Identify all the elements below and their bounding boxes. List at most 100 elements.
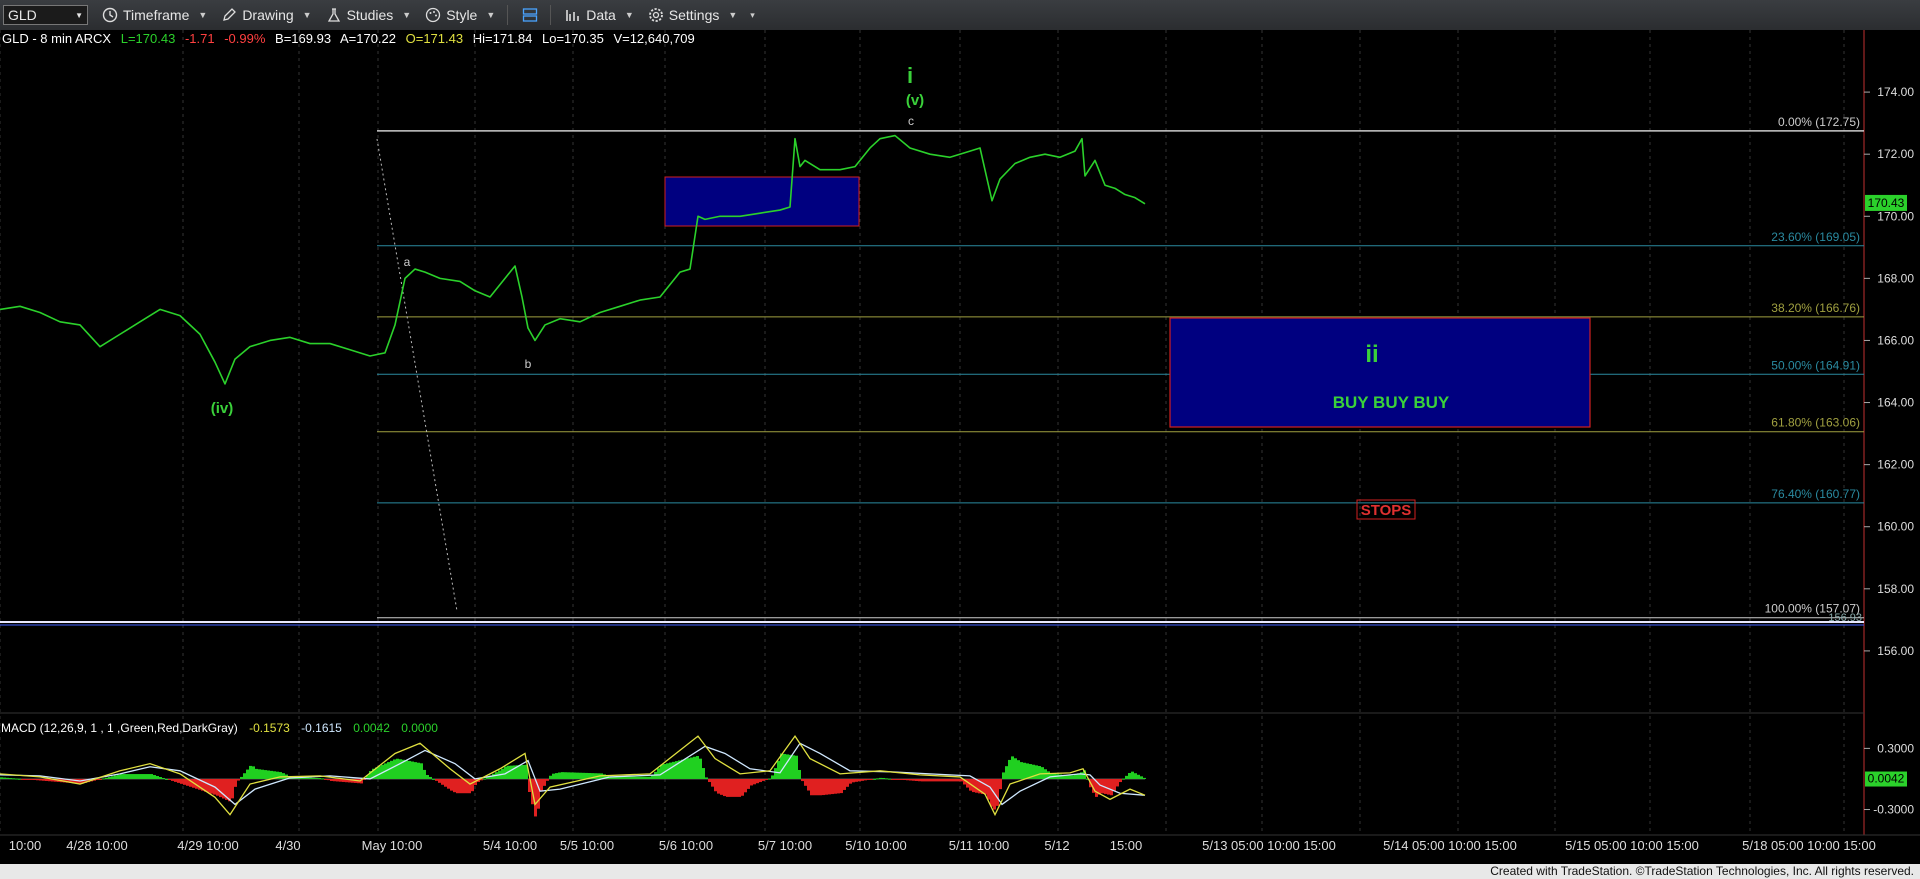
macd-hist-bar [414,762,417,779]
macd-hist-bar [582,772,585,779]
macd-hist-bar [1119,778,1122,783]
macd-hist-bar [162,777,165,779]
timeframe-menu[interactable]: Timeframe ▼ [102,7,207,23]
macd-hist-bar [750,778,753,786]
macd-hist-bar [153,775,156,779]
y-tick-label: 158.00 [1877,582,1914,596]
macd-hist-bar [669,762,672,779]
settings-menu[interactable]: Settings ▼ ▾ [648,7,755,23]
macd-hist-bar [330,778,333,781]
macd-hist-bar [252,766,255,779]
macd-hist-bar [462,778,465,794]
macd-hist-bar [324,778,327,780]
symbol-selector[interactable]: GLD ▼ [3,5,88,25]
macd-hist-bar [741,778,744,796]
macd-hist-bar [804,778,807,786]
macd-hist-bar [801,778,804,782]
macd-hist-bar [786,754,789,779]
x-tick-label: 5/12 [1044,838,1069,853]
macd-hist-bar [237,778,240,781]
macd-hist-bar [912,778,915,781]
overflow-caret-icon[interactable]: ▾ [750,10,755,21]
target-box-small[interactable] [664,176,860,227]
macd-hist-bar [336,778,339,782]
macd-hist-bar [849,778,852,784]
macd-hist-bar [576,772,579,779]
gear-icon [648,8,663,22]
caret-down-icon: ▼ [402,10,412,20]
studies-menu[interactable]: Studies ▼ [326,7,412,23]
macd-hist-bar [546,778,549,781]
macd-hist-bar [573,772,576,779]
macd-hist-bar [771,775,774,779]
macd-hist-bar [123,774,126,779]
footer: Created with TradeStation. ©TradeStation… [0,864,1920,879]
macd-hist-bar [306,777,309,779]
macd-hist-bar [234,778,237,787]
macd-hist-bar [519,765,522,779]
high-value: Hi=171.84 [473,31,533,46]
macd-hist-bar [696,756,699,779]
macd-hist-bar [897,778,900,780]
macd-hist-bar [948,778,951,782]
macd-hist-bar [396,758,399,779]
y-tick-label: 166.00 [1877,333,1914,347]
macd-hist-bar [1113,778,1116,791]
macd-hist-bar [390,760,393,779]
macd-hist-bar [258,769,261,779]
macd-hist-bar [9,778,12,780]
x-tick-label: 10:00 [9,838,42,853]
macd-hist-bar [438,778,441,783]
macd-hist-bar [102,778,105,780]
x-tick-label: 5/4 10:00 [483,838,537,853]
macd-hist-bar [1134,773,1137,779]
macd-y-tick-label: -0.3000 [1873,803,1914,817]
macd-hist-bar [984,778,987,795]
macd-hist-bar [648,776,651,779]
wave-b-label: b [525,357,532,371]
price-chart[interactable]: GLD - 8 min ARCX L=170.43 -1.71 -0.99% B… [0,30,1920,864]
macd-hist-bar [1014,758,1017,779]
macd-y-tick-label: 0.3000 [1877,741,1914,755]
macd-hist-bar [819,778,822,796]
macd-hist-bar [1107,778,1110,795]
macd-hist-bar [711,778,714,787]
macd-hist-bar [987,778,990,800]
x-tick-label: 4/30 [275,838,300,853]
layout-button[interactable] [522,7,538,23]
macd-hist-bar [270,770,273,779]
macd-hist-bar [444,778,447,787]
macd-hist-bar [735,778,738,797]
macd-hist-bar [636,776,639,779]
macd-hist-bar [1140,776,1143,779]
ask-value: A=170.22 [340,31,396,46]
macd-hist-bar [450,778,453,791]
chart-area[interactable]: GLD - 8 min ARCX L=170.43 -1.71 -0.99% B… [0,30,1920,864]
wave-v-label: (v) [906,92,924,109]
layout-icon [523,8,538,22]
macd-hist-bar [657,768,660,779]
macd-hist-bar [633,776,636,779]
macd-hist-bar [6,777,9,779]
macd-hist-bar [894,778,897,780]
macd-hist-bar [432,778,435,780]
macd-hist-bar [909,778,912,781]
macd-hist-bar [759,778,762,783]
macd-hist-bar [1035,765,1038,779]
macd-hist-bar [423,769,426,779]
drawing-menu[interactable]: Drawing ▼ [221,7,312,23]
macd-hist-bar [792,755,795,779]
macd-hist-bar [1005,766,1008,779]
x-tick-label: 4/28 10:00 [66,838,127,853]
macd-hist-bar [900,778,903,780]
macd-hist-bar [687,758,690,779]
macd-hist-bar [1023,762,1026,779]
chart-header-info: GLD - 8 min ARCX L=170.43 -1.71 -0.99% B… [2,31,695,46]
macd-hist-bar [441,778,444,785]
data-menu[interactable]: Data ▼ [565,7,634,23]
style-menu[interactable]: Style ▼ [425,7,495,23]
macd-hist-bar [831,778,834,795]
macd-hist-bar [702,768,705,779]
fib-level-label: 0.00% (172.75) [1778,115,1860,129]
macd-hist-bar [672,761,675,779]
